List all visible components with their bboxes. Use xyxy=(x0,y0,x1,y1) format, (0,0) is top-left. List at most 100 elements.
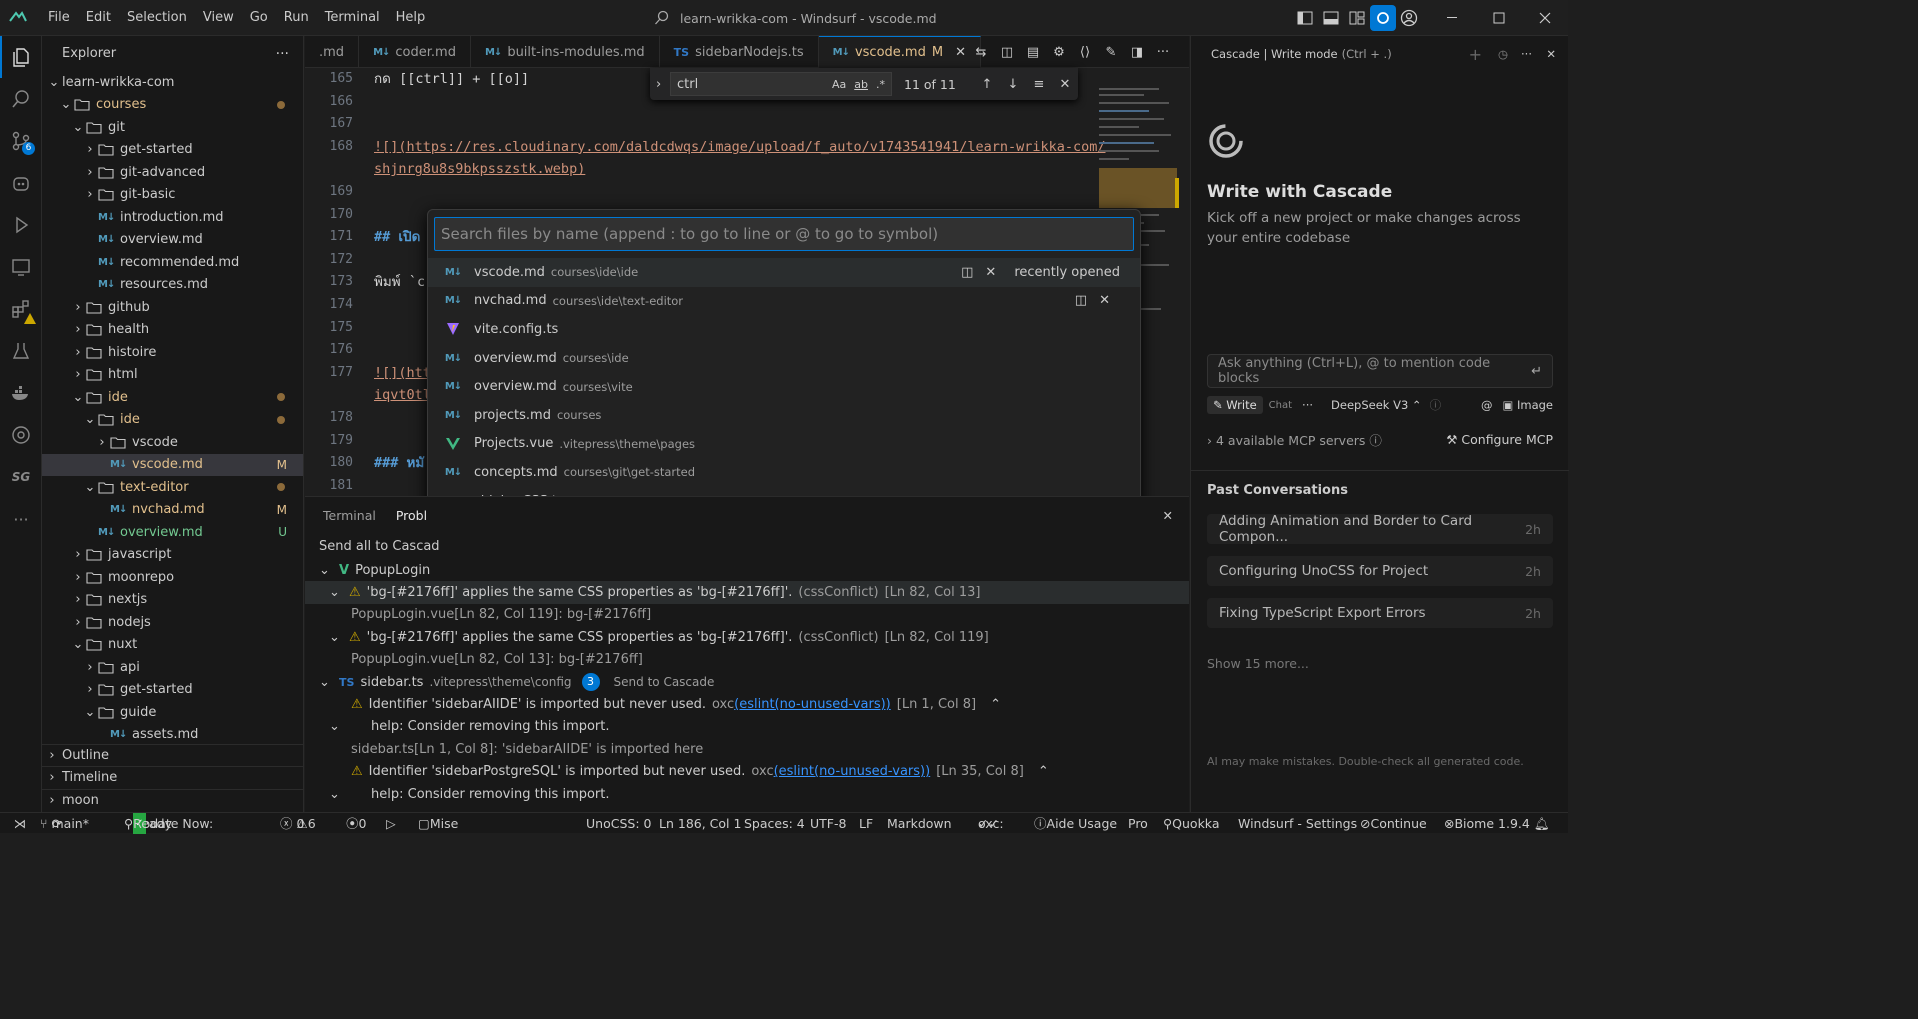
menu-item-go[interactable]: Go xyxy=(242,0,276,36)
quick-open-input[interactable]: Search files by name (append : to go to … xyxy=(434,217,1134,251)
rule-link[interactable]: (eslint(no-unused-vars)) xyxy=(734,697,891,712)
show-more-link[interactable]: Show 15 more... xyxy=(1207,656,1309,671)
write-mode-button[interactable]: ✎ Write xyxy=(1207,396,1263,414)
close-icon[interactable]: ✕ xyxy=(1052,77,1078,92)
open-to-side-icon[interactable]: ◫ xyxy=(1075,293,1087,308)
menu-item-terminal[interactable]: Terminal xyxy=(317,0,388,36)
windsurf-settings[interactable]: Windsurf - Settings xyxy=(1238,813,1357,834)
encoding[interactable]: UTF-8 xyxy=(810,813,846,834)
remote-icon[interactable]: ⋊ xyxy=(8,813,32,834)
explorer-icon[interactable] xyxy=(0,36,42,78)
remove-from-history-icon[interactable]: ✕ xyxy=(985,265,996,280)
code-line[interactable] xyxy=(374,181,1106,204)
tab-problems[interactable]: Probl xyxy=(396,508,427,523)
past-conversation-item[interactable]: Adding Animation and Border to Card Comp… xyxy=(1207,513,1553,545)
tree-file[interactable]: M↓ introduction.md xyxy=(42,206,303,229)
quick-open-item[interactable]: M↓ overview.md courses\vite xyxy=(428,372,1140,401)
rule-link[interactable]: (eslint(no-unused-vars)) xyxy=(774,764,931,779)
code-line[interactable]: shjnrg8u8s9bkpsszstk.webp) xyxy=(374,158,1106,181)
sg-icon[interactable]: SG xyxy=(0,456,42,498)
minimize-icon[interactable] xyxy=(1430,0,1476,36)
send-all-to-cascade-button[interactable]: Send all to Cascad xyxy=(319,539,440,554)
help-icon[interactable]: ⓘ xyxy=(1430,397,1442,413)
tab-built-ins-modules-md[interactable]: M↓ built-ins-modules.md xyxy=(471,36,660,68)
tree-file[interactable]: M↓ overview.md xyxy=(42,229,303,252)
tree-folder[interactable]: › moonrepo xyxy=(42,566,303,589)
submit-icon[interactable]: ↵ xyxy=(1531,364,1542,379)
tab-coder-md[interactable]: M↓ coder.md xyxy=(359,36,471,68)
problem-row[interactable]: ⚠ Identifier 'sidebarAIIDE' is imported … xyxy=(305,693,1189,715)
tree-file[interactable]: M↓ overview.md U xyxy=(42,521,303,544)
testing-icon[interactable] xyxy=(0,330,42,372)
timeline-section[interactable]: › Timeline xyxy=(42,766,304,788)
tree-file[interactable]: M↓ vscode.md M xyxy=(42,453,303,476)
related-info[interactable]: PopupLogin.vue[Ln 82, Col 13]: bg-[#2176… xyxy=(305,649,1189,671)
related-info[interactable]: sidebar.ts[Ln 1, Col 8]: 'sidebarAIIDE' … xyxy=(305,738,1189,760)
tab-sidebarNodejs-ts[interactable]: TS sidebarNodejs.ts xyxy=(660,36,819,68)
problem-group[interactable]: ⌄ V PopupLogin xyxy=(305,559,1189,581)
mcp-servers-toggle[interactable]: › 4 available MCP servers ⓘ xyxy=(1207,430,1382,449)
past-conversation-item[interactable]: Fixing TypeScript Export Errors 2h xyxy=(1207,598,1553,628)
chat-mode-button[interactable]: Chat xyxy=(1269,400,1292,411)
extensions-icon[interactable] xyxy=(0,288,42,330)
history-icon[interactable]: ◷ xyxy=(1498,47,1508,61)
tree-root[interactable]: ⌄ learn-wrikka-com xyxy=(42,71,303,94)
branch-indicator[interactable]: ⑂ main* ⟳ xyxy=(40,813,89,834)
tree-folder[interactable]: › git-advanced xyxy=(42,161,303,184)
mention-icon[interactable]: @ xyxy=(1481,398,1493,412)
problem-row[interactable]: ⌄ ⚠ 'bg-[#2176ff]' applies the same CSS … xyxy=(305,626,1189,648)
toggle-sidebar-icon[interactable] xyxy=(1292,5,1318,31)
pro-indicator[interactable]: Pro xyxy=(1128,813,1148,834)
tree-folder[interactable]: ⌄ ide xyxy=(42,409,303,432)
more-icon[interactable]: ··· xyxy=(1302,398,1313,412)
remote-explorer-icon[interactable] xyxy=(0,246,42,288)
tree-file[interactable]: M↓ nvchad.md M xyxy=(42,499,303,522)
accounts-icon[interactable] xyxy=(0,726,42,768)
regex-button[interactable]: .* xyxy=(876,78,885,91)
maximize-icon[interactable] xyxy=(1476,0,1522,36)
windsurf-logo-icon[interactable] xyxy=(0,0,36,36)
unocss-indicator[interactable]: UnoCSS: 0 xyxy=(586,813,651,834)
related-info[interactable]: PopupLogin.vue[Ln 82, Col 119]: bg-[#217… xyxy=(305,604,1189,626)
tree-folder[interactable]: › git-basic xyxy=(42,184,303,207)
continue-indicator[interactable]: ⊘ Continue xyxy=(1360,813,1427,834)
outline-section[interactable]: › Outline xyxy=(42,744,304,766)
configure-mcp-button[interactable]: ⚒ Configure MCP xyxy=(1446,432,1553,447)
send-to-cascade-button[interactable]: Send to Cascade xyxy=(614,675,715,689)
next-match-icon[interactable]: ↓ xyxy=(1000,77,1026,92)
problems-indicator[interactable]: ⓧ 0 ⚠ 6 xyxy=(280,813,316,834)
new-conversation-icon[interactable]: + xyxy=(1469,45,1482,64)
find-in-selection-icon[interactable]: ≡ xyxy=(1026,77,1052,92)
match-case-button[interactable]: Aa xyxy=(832,78,846,91)
help-row[interactable]: ⌄ help: Consider removing this import. xyxy=(305,716,1189,738)
problem-row[interactable]: ⌄ ⚠ 'bg-[#2176ff]' applies the same CSS … xyxy=(305,581,1189,604)
quick-open-item[interactable]: M↓ projects.md courses xyxy=(428,401,1140,430)
cascade-toggle-icon[interactable] xyxy=(1370,5,1396,31)
cascade-input[interactable]: Ask anything (Ctrl+L), @ to mention code… xyxy=(1207,354,1553,388)
find-input[interactable]: ctrl Aa ab .* xyxy=(670,72,892,96)
close-window-icon[interactable] xyxy=(1522,0,1568,36)
close-tab-icon[interactable]: ✕ xyxy=(955,45,966,60)
tab-terminal[interactable]: Terminal xyxy=(323,508,376,523)
more-actions-icon[interactable]: ··· xyxy=(1521,47,1532,61)
menu-item-file[interactable]: File xyxy=(40,0,78,36)
menu-item-run[interactable]: Run xyxy=(276,0,317,36)
tree-file[interactable]: M↓ recommended.md xyxy=(42,251,303,274)
tree-folder[interactable]: ⌄ courses xyxy=(42,94,303,117)
tree-folder[interactable]: › get-started xyxy=(42,139,303,162)
code-icon[interactable]: ⟨⟩ xyxy=(1072,45,1098,60)
tree-folder[interactable]: › health xyxy=(42,319,303,342)
tree-folder[interactable]: › histoire xyxy=(42,341,303,364)
menu-item-edit[interactable]: Edit xyxy=(78,0,119,36)
cursor-position[interactable]: Ln 186, Col 1 xyxy=(659,813,741,834)
tree-folder[interactable]: ⌄ git xyxy=(42,116,303,139)
preview-icon[interactable]: ▤ xyxy=(1020,45,1046,60)
toggle-panel-icon[interactable] xyxy=(1318,5,1344,31)
more-icon[interactable]: ··· xyxy=(0,498,42,540)
open-to-side-icon[interactable]: ◫ xyxy=(961,265,973,280)
tree-folder[interactable]: › api xyxy=(42,656,303,679)
quick-open-item[interactable]: Projects.vue .vitepress\theme\pages xyxy=(428,430,1140,459)
ports-indicator[interactable]: ⦿ 0 xyxy=(346,813,366,834)
command-center[interactable]: learn-wrikka-com - Windsurf - vscode.md xyxy=(654,6,937,30)
update-indicator[interactable]: ⚲ Update Now: ✓ Ready xyxy=(124,813,213,834)
